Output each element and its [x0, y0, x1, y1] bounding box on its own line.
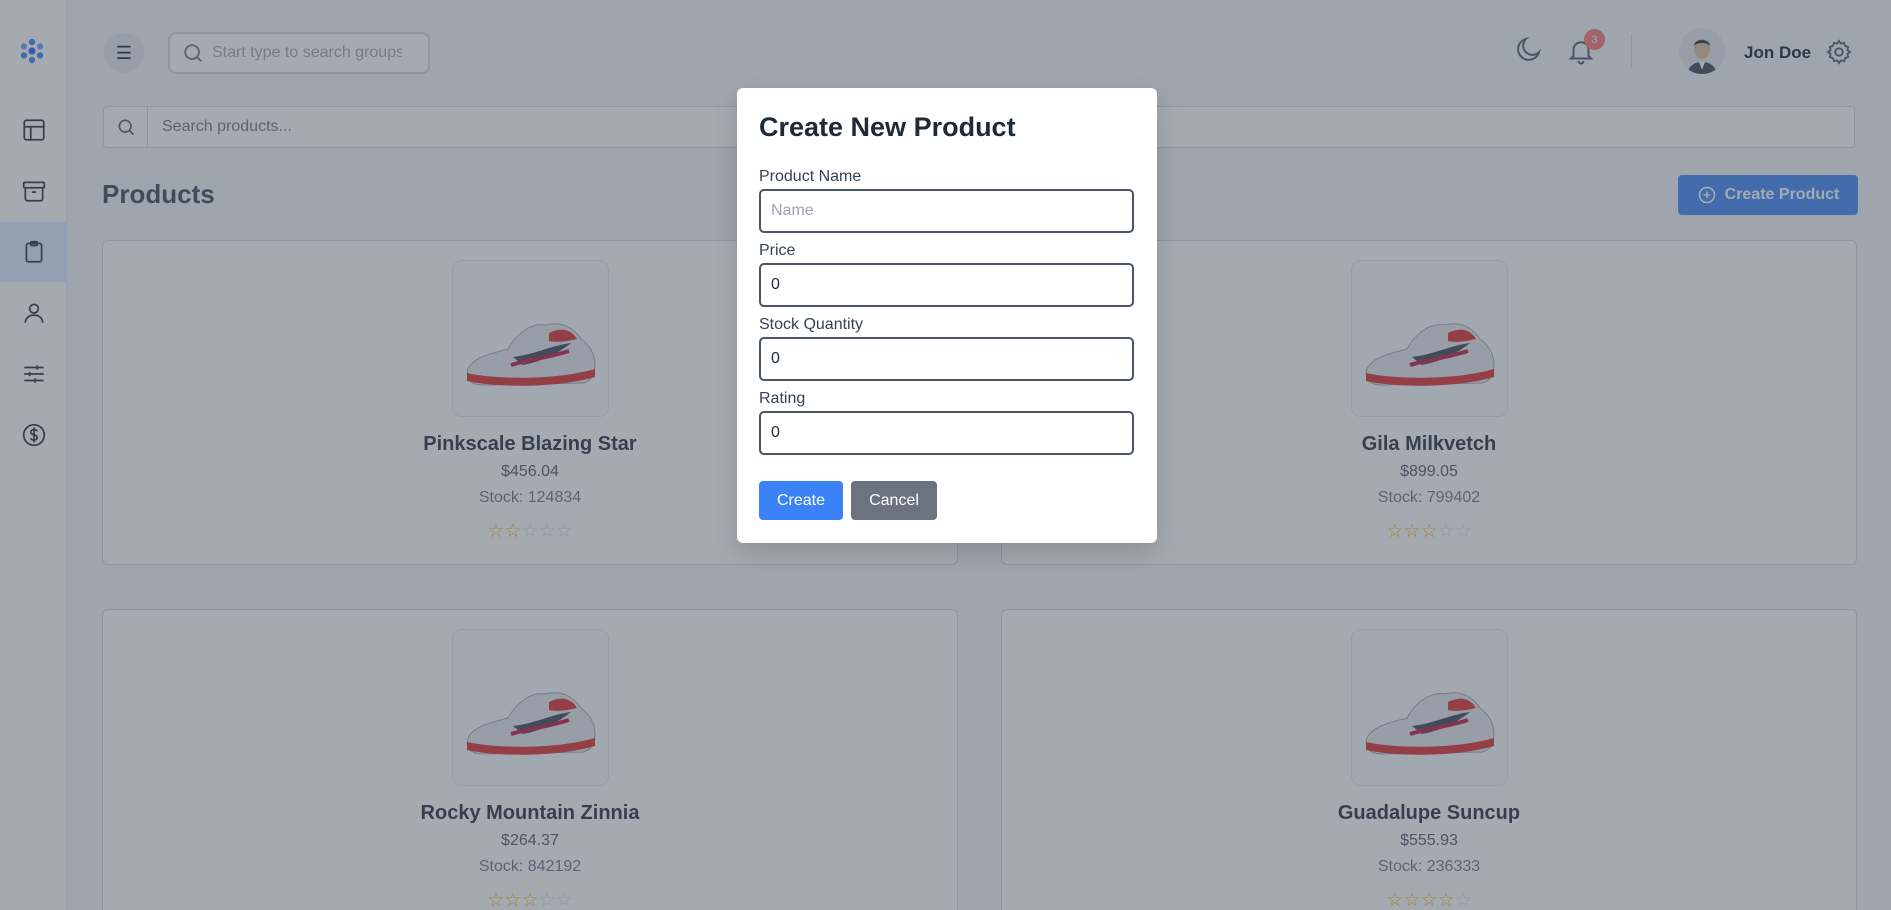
rating-label: Rating — [759, 390, 806, 407]
product-name-label: Product Name — [759, 168, 862, 185]
product-name-input[interactable] — [759, 189, 1134, 233]
stock-quantity-label: Stock Quantity — [759, 316, 864, 333]
price-input[interactable] — [759, 263, 1134, 307]
create-button[interactable]: Create — [759, 481, 843, 520]
rating-input[interactable] — [759, 411, 1134, 455]
cancel-button[interactable]: Cancel — [851, 481, 937, 520]
stock-quantity-input[interactable] — [759, 337, 1134, 381]
modal-title: Create New Product — [759, 112, 1016, 142]
price-label: Price — [759, 242, 796, 259]
create-product-modal: Create New Product Product Name Price St… — [737, 88, 1157, 543]
